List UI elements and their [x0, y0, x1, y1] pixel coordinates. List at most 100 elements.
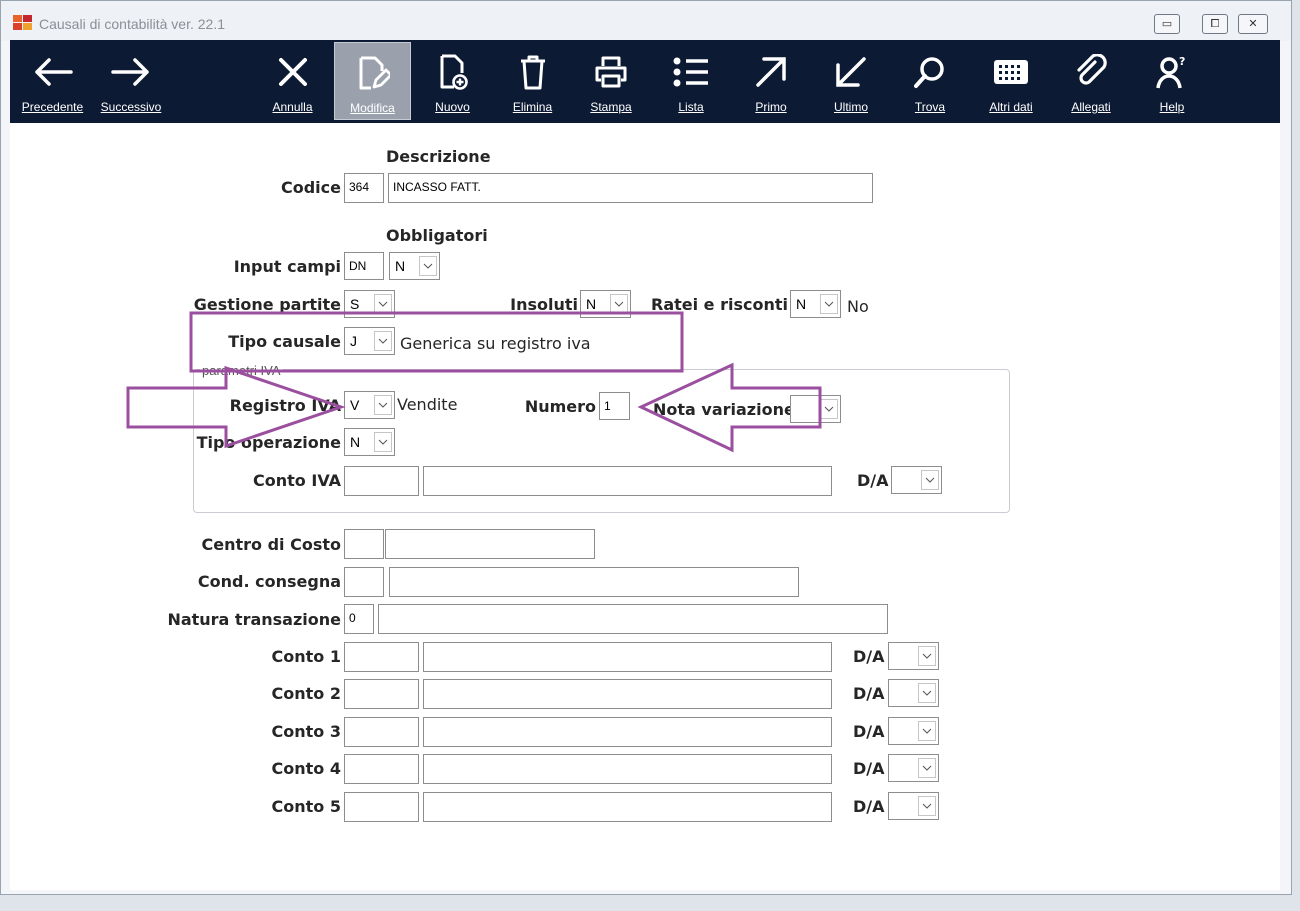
insoluti-select[interactable]: N [580, 290, 631, 318]
registro-iva-select[interactable]: V [344, 391, 395, 419]
stampa-button[interactable]: Stampa [573, 40, 649, 123]
window-title: Causali di contabilità ver. 22.1 [39, 16, 225, 32]
close-window-button[interactable]: ✕ [1238, 14, 1268, 34]
conto-code-input[interactable] [344, 754, 419, 784]
nota-variazione-select[interactable] [790, 395, 841, 423]
chevron-down-icon [918, 796, 936, 816]
chevron-down-icon [374, 294, 392, 314]
tipo-causale-select[interactable]: J [344, 327, 395, 355]
conto-da-select[interactable] [888, 679, 939, 707]
edit-document-icon [335, 53, 410, 93]
natura-transazione-desc-input[interactable] [378, 604, 888, 634]
chevron-down-icon [918, 683, 936, 703]
elimina-label: Elimina [512, 100, 553, 114]
toolbar: Precedente Successivo Annulla Modifica N… [10, 40, 1280, 123]
conto-label: Conto 4 [271, 759, 341, 778]
conto-code-input[interactable] [344, 792, 419, 822]
gestione-partite-select[interactable]: S [344, 290, 395, 318]
altri-dati-button[interactable]: Altri dati [972, 40, 1050, 123]
help-button[interactable]: ? Help [1134, 40, 1210, 123]
conto-desc-input[interactable] [423, 754, 832, 784]
conto-da-label: D/A [853, 797, 885, 816]
numero-input[interactable]: 1 [599, 392, 630, 420]
cond-consegna-label: Cond. consegna [197, 572, 341, 591]
conto-iva-code-input[interactable] [344, 466, 419, 496]
conto-label: Conto 3 [271, 722, 341, 741]
parametri-iva-group-label: parametri IVA [200, 363, 283, 378]
conto-label: Conto 1 [271, 647, 341, 666]
conto-iva-label: Conto IVA [253, 471, 341, 490]
form-area: Descrizione Codice 364 INCASSO FATT. Obb… [10, 123, 1280, 890]
input-campi-input[interactable]: DN [344, 252, 384, 280]
precedente-button[interactable]: Precedente [15, 40, 90, 123]
paperclip-icon [1052, 52, 1130, 92]
chevron-down-icon [374, 432, 392, 452]
chevron-down-icon [918, 721, 936, 741]
tipo-operazione-select[interactable]: N [344, 428, 395, 456]
ratei-risconti-select[interactable]: N [790, 290, 841, 318]
chevron-down-icon [921, 470, 939, 490]
modifica-button[interactable]: Modifica [334, 42, 411, 120]
annulla-label: Annulla [272, 100, 313, 114]
tipo-causale-label: Tipo causale [228, 332, 341, 351]
chevron-down-icon [610, 294, 628, 314]
conto-da-select[interactable] [888, 642, 939, 670]
successivo-button[interactable]: Successivo [96, 40, 166, 123]
arrow-left-icon [15, 52, 90, 92]
maximize-button[interactable]: ⧠ [1202, 14, 1228, 34]
title-bar: Causali di contabilità ver. 22.1 ▭ ⧠ ✕ [1, 1, 1291, 41]
close-icon [255, 52, 330, 92]
primo-label: Primo [755, 100, 787, 114]
conto-da-select[interactable] [888, 792, 939, 820]
list-icon [653, 52, 729, 92]
trova-label: Trova [914, 100, 946, 114]
trash-icon [495, 52, 570, 92]
conto-code-input[interactable] [344, 679, 419, 709]
conto-desc-input[interactable] [423, 792, 832, 822]
conto-code-input[interactable] [344, 642, 419, 672]
conto-da-select[interactable] [888, 754, 939, 782]
tipo-operazione-value: N [350, 434, 361, 450]
registro-iva-label: Registro IVA [229, 396, 341, 415]
tipo-operazione-label: Tipo operazione [196, 433, 341, 452]
conto-desc-input[interactable] [423, 717, 832, 747]
conto-iva-desc-input[interactable] [423, 466, 832, 496]
modifica-label: Modifica [350, 101, 395, 115]
centro-costo-desc-input[interactable] [385, 529, 595, 559]
trova-button[interactable]: Trova [892, 40, 968, 123]
conto-desc-input[interactable] [423, 679, 832, 709]
conto-da-label: D/A [853, 722, 885, 741]
primo-button[interactable]: Primo [733, 40, 809, 123]
lista-button[interactable]: Lista [653, 40, 729, 123]
allegati-button[interactable]: Allegati [1052, 40, 1130, 123]
conto-code-input[interactable] [344, 717, 419, 747]
ultimo-button[interactable]: Ultimo [813, 40, 889, 123]
annulla-button[interactable]: Annulla [255, 40, 330, 123]
keyboard-icon [972, 52, 1050, 92]
centro-costo-code-input[interactable] [344, 529, 384, 559]
elimina-button[interactable]: Elimina [495, 40, 570, 123]
registro-iva-value: V [350, 397, 360, 413]
cond-consegna-code-input[interactable] [344, 567, 384, 597]
conto-da-label: D/A [853, 684, 885, 703]
cond-consegna-desc-input[interactable] [389, 567, 799, 597]
app-logo-icon [13, 15, 33, 31]
input-campi-label: Input campi [233, 257, 341, 276]
descrizione-input[interactable]: INCASSO FATT. [388, 173, 873, 203]
chevron-down-icon [374, 331, 392, 351]
conto-desc-input[interactable] [423, 642, 832, 672]
new-document-icon [415, 52, 490, 92]
precedente-label: Precedente [21, 100, 84, 114]
conto-da-label: D/A [853, 647, 885, 666]
conto-da-select[interactable] [888, 717, 939, 745]
codice-input[interactable]: 364 [344, 173, 384, 203]
conto-iva-da-select[interactable] [891, 466, 942, 494]
nuovo-label: Nuovo [435, 100, 470, 114]
minimize-button[interactable]: ▭ [1154, 14, 1180, 34]
natura-transazione-code-input[interactable]: 0 [344, 604, 374, 634]
gestione-partite-label: Gestione partite [193, 295, 341, 314]
nuovo-button[interactable]: Nuovo [415, 40, 490, 123]
obbligatori-select[interactable]: N [389, 252, 440, 280]
nota-variazione-label: Nota variazione [653, 400, 795, 419]
obbligatori-header: Obbligatori [386, 226, 488, 245]
